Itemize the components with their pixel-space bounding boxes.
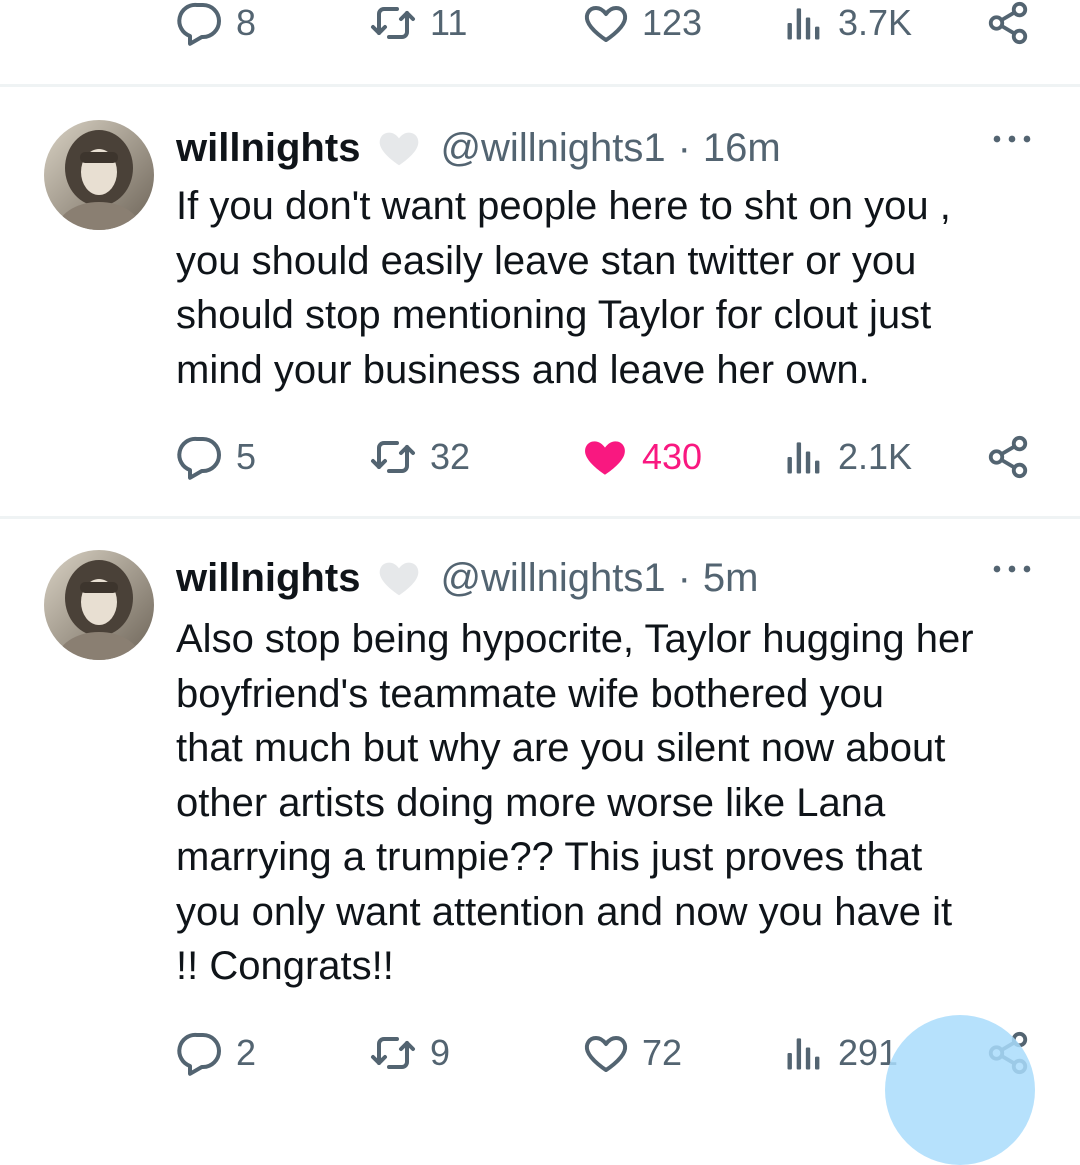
retweet-count: 9	[430, 1032, 451, 1073]
views-button[interactable]: 3.7K	[782, 0, 912, 58]
reply-count: 8	[236, 2, 257, 43]
retweet-icon	[368, 1029, 418, 1077]
previous-tweet-action-bar: 8 11 123 3.7K	[0, 0, 1080, 58]
heart-icon	[582, 0, 630, 47]
views-icon	[782, 435, 826, 479]
avatar-image	[44, 120, 154, 230]
views-button[interactable]: 291	[782, 1018, 898, 1088]
user-handle[interactable]: @willnights1	[440, 126, 665, 171]
views-icon	[782, 1, 826, 45]
like-button[interactable]: 72	[582, 1018, 682, 1088]
reply-icon	[176, 433, 224, 481]
avatar[interactable]	[44, 120, 154, 230]
like-count: 72	[642, 1032, 683, 1073]
display-name[interactable]: willnights	[176, 126, 360, 171]
like-button[interactable]: 123	[582, 0, 702, 58]
more-options-button[interactable]	[992, 132, 1032, 151]
like-button[interactable]: 430	[580, 422, 702, 492]
more-icon	[992, 562, 1032, 576]
tweet-header: willnights @willnights1 · 5m	[176, 548, 758, 608]
separator-dot: ·	[677, 555, 691, 600]
avatar-image	[44, 550, 154, 660]
share-button[interactable]	[985, 0, 1031, 58]
tweet-text: Also stop being hypocrite, Taylor huggin…	[176, 617, 974, 988]
heart-icon	[582, 1029, 630, 1077]
separator-dot: ·	[677, 125, 691, 170]
tweet[interactable]: willnights @willnights1 · 5m Also stop b…	[0, 548, 1080, 1088]
timestamp[interactable]: 5m	[703, 556, 759, 601]
retweet-button[interactable]: 11	[368, 0, 467, 58]
reply-icon	[176, 1029, 224, 1077]
tweet-header: willnights @willnights1 · 16m	[176, 118, 781, 178]
avatar[interactable]	[44, 550, 154, 660]
view-count: 3.7K	[838, 2, 913, 43]
tweet-text: If you don't want people here to sht on …	[176, 184, 951, 392]
more-icon	[992, 132, 1032, 146]
views-icon	[782, 1031, 826, 1075]
like-count: 430	[642, 436, 703, 477]
reply-count: 5	[236, 436, 257, 477]
compose-fab-button[interactable]	[885, 1015, 1035, 1165]
reply-button[interactable]: 5	[176, 422, 256, 492]
user-handle[interactable]: @willnights1	[440, 556, 665, 601]
reply-count: 2	[236, 1032, 257, 1073]
share-icon	[985, 0, 1031, 46]
timestamp[interactable]: 16m	[703, 126, 781, 171]
heart-filled-icon	[580, 432, 630, 482]
reply-button[interactable]: 8	[176, 0, 256, 58]
heart-badge-icon	[374, 125, 424, 171]
retweet-count: 11	[430, 2, 468, 43]
reply-icon	[176, 0, 224, 47]
retweet-button[interactable]: 9	[368, 1018, 450, 1088]
heart-badge-icon	[374, 555, 424, 601]
views-button[interactable]: 2.1K	[782, 422, 912, 492]
view-count: 2.1K	[838, 436, 913, 477]
retweet-count: 32	[430, 436, 471, 477]
tweet-divider	[0, 84, 1080, 87]
display-name[interactable]: willnights	[176, 556, 360, 601]
retweet-icon	[368, 433, 418, 481]
share-button[interactable]	[985, 422, 1031, 492]
retweet-button[interactable]: 32	[368, 422, 470, 492]
tweet-action-bar: 5 32 430 2.1K	[0, 422, 1080, 492]
tweet[interactable]: willnights @willnights1 · 16m If you don…	[0, 118, 1080, 518]
more-options-button[interactable]	[992, 562, 1032, 581]
like-count: 123	[642, 2, 703, 43]
share-icon	[985, 434, 1031, 480]
retweet-icon	[368, 0, 418, 47]
reply-button[interactable]: 2	[176, 1018, 256, 1088]
tweet-divider	[0, 516, 1080, 519]
